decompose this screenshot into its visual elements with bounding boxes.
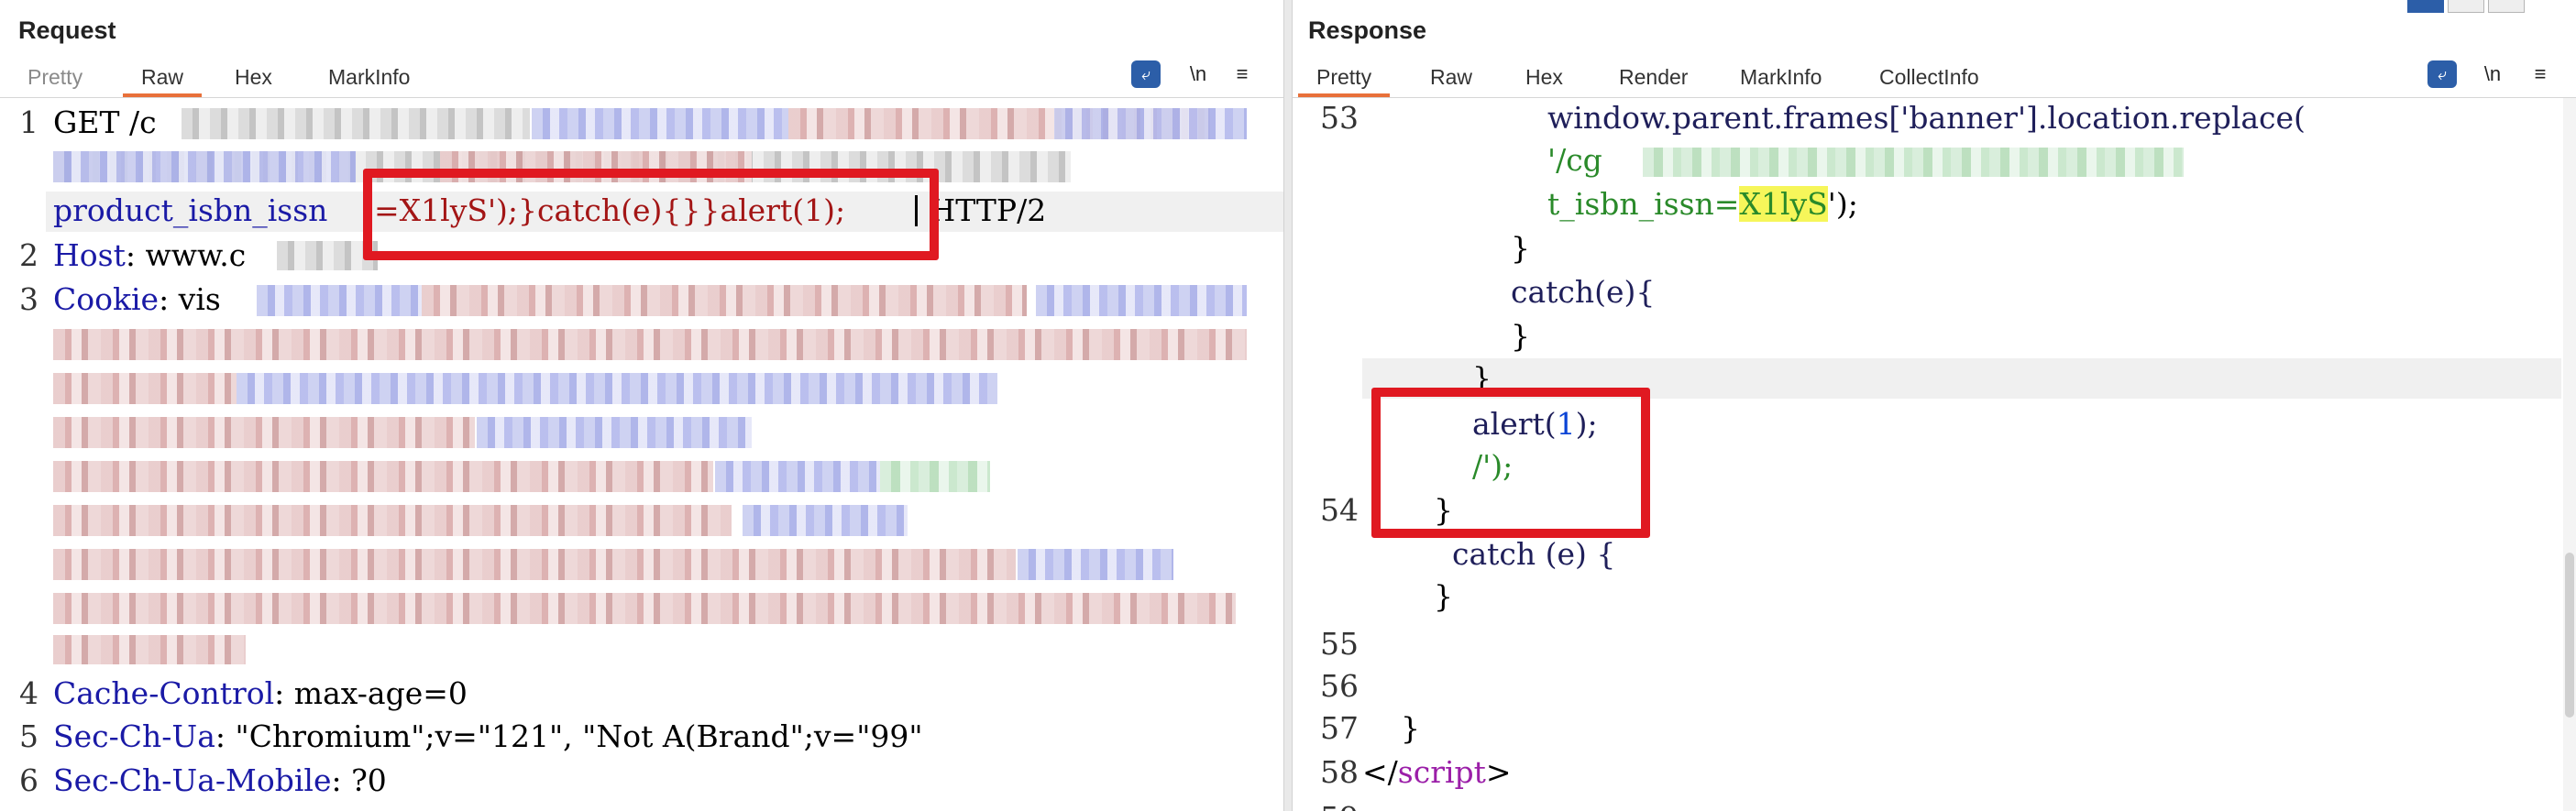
header-host: Host: www.c — [53, 237, 247, 273]
tab-raw[interactable]: Raw — [122, 64, 203, 97]
line-number: 57 — [1320, 710, 1359, 746]
tab-render[interactable]: Render — [1615, 64, 1691, 97]
line-number-partial: 59 — [1302, 800, 1359, 811]
menu-icon[interactable]: ≡ — [2526, 60, 2554, 89]
line-number: 53 — [1320, 100, 1359, 136]
redacted-block — [53, 151, 356, 182]
redacted-block — [422, 285, 1027, 316]
request-editor[interactable]: 1 2 3 4 5 6 GET /c product_isbn_issn =X1… — [0, 98, 1283, 811]
alert-highlight-box — [1371, 388, 1650, 538]
line-number: 54 — [1320, 492, 1359, 528]
code-brace: } — [1401, 710, 1420, 746]
code-script-close: </script> — [1362, 754, 1512, 790]
response-title: Response — [1308, 16, 1427, 44]
layout-horizontal-icon[interactable] — [2448, 0, 2484, 13]
request-line-method: GET /c — [53, 104, 157, 140]
tab-pretty[interactable]: Pretty — [24, 64, 86, 97]
line-number: 2 — [19, 237, 39, 273]
redacted-block — [1018, 549, 1173, 580]
tab-hex[interactable]: Hex — [1522, 64, 1567, 97]
line-number: 56 — [1320, 668, 1359, 704]
param-name: product_isbn_issn — [53, 192, 328, 228]
scrollbar-thumb[interactable] — [2565, 553, 2574, 718]
code-isbn-param: t_isbn_issn=X1lyS'); — [1547, 186, 1858, 222]
redacted-block — [53, 373, 237, 404]
redacted-block — [53, 417, 475, 448]
tab-markinfo[interactable]: MarkInfo — [325, 64, 413, 97]
tab-hex[interactable]: Hex — [231, 64, 276, 97]
line-number: 58 — [1320, 754, 1359, 790]
line-number: 3 — [19, 281, 39, 317]
response-pane: Response Pretty Raw Hex Render MarkInfo … — [1293, 0, 2576, 811]
redacted-block — [237, 373, 997, 404]
newline-toggle[interactable]: \n — [1184, 60, 1212, 89]
request-title: Request — [18, 16, 116, 44]
redacted-block — [53, 593, 1236, 624]
menu-icon[interactable]: ≡ — [1228, 60, 1256, 89]
tab-raw[interactable]: Raw — [1426, 64, 1476, 97]
tab-collectinfo[interactable]: CollectInfo — [1876, 64, 1983, 97]
redacted-block — [53, 461, 713, 492]
line-number: 4 — [19, 675, 39, 711]
redacted-block — [1643, 148, 2184, 177]
code-brace: } — [1434, 578, 1453, 614]
redacted-block — [880, 461, 990, 492]
header-sec-ch-ua: Sec-Ch-Ua: "Chromium";v="121", "Not A(Br… — [53, 718, 923, 754]
redacted-block — [257, 285, 422, 316]
layout-vertical-icon[interactable] — [2488, 0, 2525, 13]
line-number: 5 — [19, 718, 39, 754]
redacted-block — [53, 505, 732, 536]
code-string-path: '/cg — [1547, 142, 1602, 178]
code-catch-e: catch(e){ — [1511, 274, 1656, 310]
redacted-block — [182, 108, 530, 139]
payload-highlight-box — [363, 169, 939, 260]
header-cache-control: Cache-Control: max-age=0 — [53, 675, 468, 711]
code-catch-space: catch (e) { — [1452, 536, 1616, 572]
header-cookie: Cookie: vis — [53, 281, 221, 317]
code-location-replace: window.parent.frames['banner'].location.… — [1547, 100, 2306, 136]
redacted-block — [532, 108, 788, 139]
newline-toggle[interactable]: \n — [2479, 60, 2506, 89]
tab-markinfo[interactable]: MarkInfo — [1736, 64, 1825, 97]
wrap-lines-icon[interactable]: ⤶ — [1131, 60, 1161, 88]
redacted-block — [477, 417, 752, 448]
redacted-block — [53, 549, 1016, 580]
redacted-block — [1054, 108, 1247, 139]
redacted-block — [715, 461, 880, 492]
response-tabbar: Pretty Raw Hex Render MarkInfo CollectIn… — [1293, 57, 2576, 98]
redacted-block — [53, 635, 246, 664]
code-brace: } — [1511, 318, 1530, 354]
redacted-block — [1036, 285, 1247, 316]
line-number: 1 — [19, 104, 39, 140]
line-number: 6 — [19, 762, 39, 798]
response-scrollbar[interactable] — [2563, 98, 2576, 811]
pane-splitter[interactable] — [1283, 0, 1293, 811]
request-pane: Request Pretty Raw Hex MarkInfo ⤶ \n ≡ 1… — [0, 0, 1283, 811]
line-number: 55 — [1320, 626, 1359, 662]
redacted-block — [743, 505, 908, 536]
redacted-block — [53, 329, 1247, 360]
request-tabbar: Pretty Raw Hex MarkInfo — [0, 57, 1283, 98]
code-brace: } — [1511, 230, 1530, 266]
header-sec-ch-ua-mobile: Sec-Ch-Ua-Mobile: ?0 — [53, 762, 387, 798]
response-editor[interactable]: 53 54 55 56 57 58 59 window.parent.frame… — [1293, 98, 2576, 811]
wrap-lines-icon[interactable]: ⤶ — [2427, 60, 2457, 88]
layout-split-icon[interactable] — [2407, 0, 2444, 13]
tab-pretty[interactable]: Pretty — [1297, 64, 1391, 97]
